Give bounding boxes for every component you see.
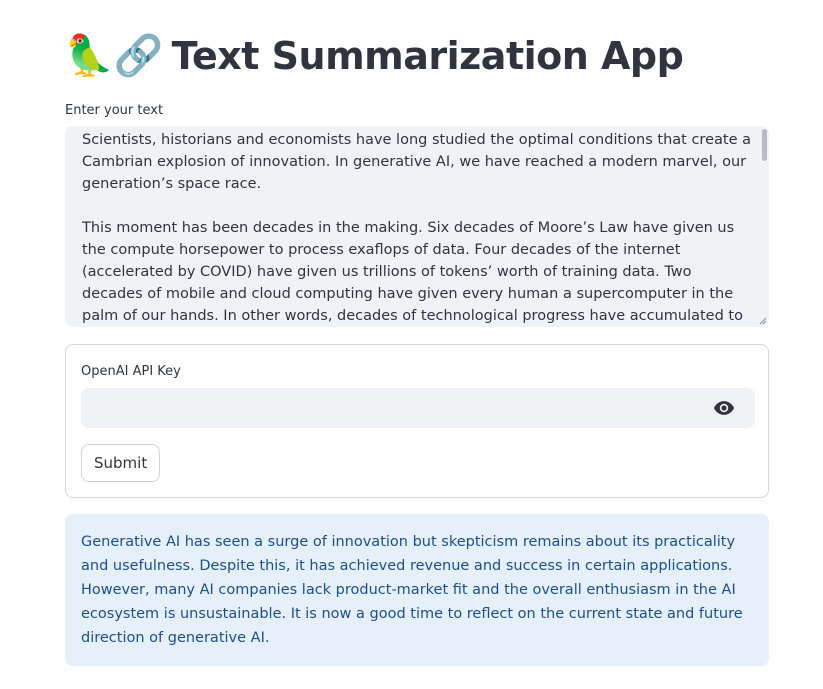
api-key-form: OpenAI API Key Submit bbox=[65, 344, 769, 498]
summary-info-box: Generative AI has seen a surge of innova… bbox=[65, 514, 769, 666]
page-title-text: Text Summarization App bbox=[171, 34, 684, 78]
textarea-scrollbar[interactable] bbox=[762, 129, 767, 161]
text-input-value[interactable]: Scientists, historians and economists ha… bbox=[82, 129, 752, 327]
api-key-label: OpenAI API Key bbox=[81, 364, 181, 379]
summary-text: Generative AI has seen a surge of innova… bbox=[81, 534, 743, 646]
resize-handle-icon[interactable] bbox=[759, 317, 767, 325]
eye-icon[interactable] bbox=[713, 399, 735, 417]
page-title: 🦜🔗 Text Summarization App bbox=[64, 30, 684, 82]
submit-button[interactable]: Submit bbox=[81, 444, 161, 482]
parrot-link-icon: 🦜🔗 bbox=[64, 33, 164, 79]
api-key-input[interactable] bbox=[81, 388, 755, 428]
app-page: 🦜🔗 Text Summarization App Enter your tex… bbox=[0, 0, 823, 689]
text-input-label: Enter your text bbox=[65, 103, 164, 118]
text-input-area[interactable]: Scientists, historians and economists ha… bbox=[65, 126, 769, 327]
